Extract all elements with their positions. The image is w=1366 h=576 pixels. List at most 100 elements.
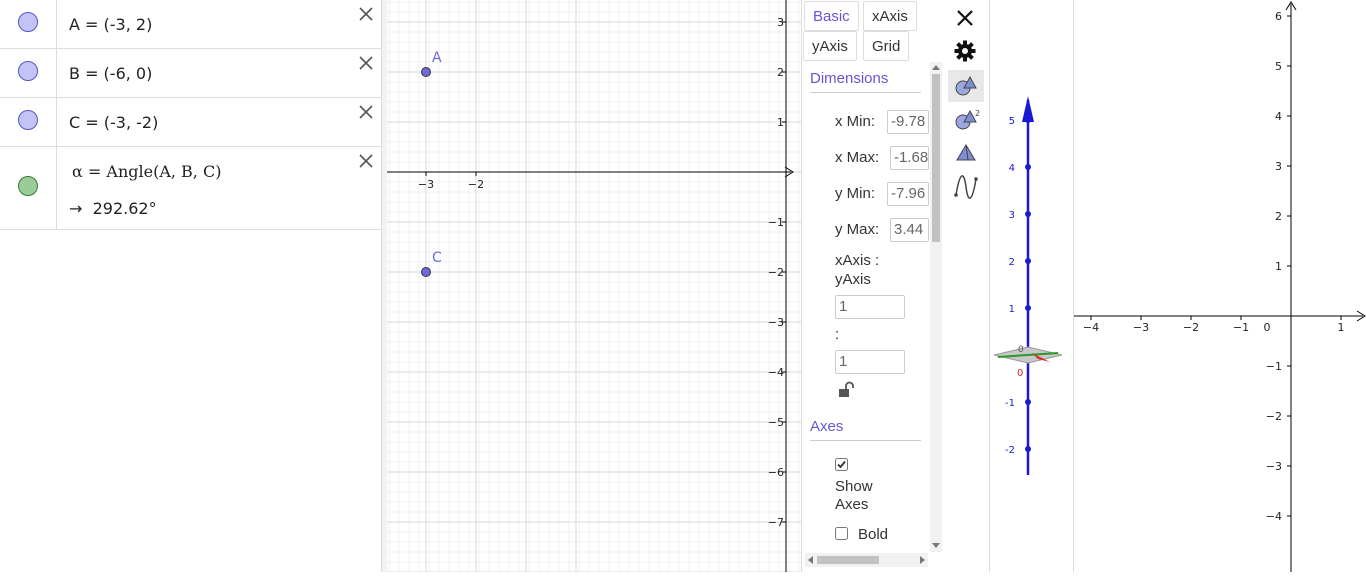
- bold-checkbox[interactable]: [835, 527, 848, 540]
- svg-text:2: 2: [975, 109, 980, 118]
- visibility-marble[interactable]: [18, 12, 38, 32]
- origin-marker: 0: [1018, 345, 1024, 355]
- 3d-graphics-canvas[interactable]: 5 4 3 2 1 -1 -2 0 0: [990, 0, 1070, 572]
- tab-grid[interactable]: Grid: [863, 31, 910, 61]
- z-tick: [1025, 164, 1031, 170]
- view-icon-column: 2: [945, 0, 987, 572]
- point-label: C: [432, 250, 442, 266]
- ratio-label-y: yAxis: [835, 271, 871, 288]
- scroll-right-icon[interactable]: [920, 556, 926, 564]
- x-min-field[interactable]: -9.78: [887, 110, 929, 134]
- z-tick-label: 4: [1009, 163, 1015, 174]
- horizontal-scrollbar[interactable]: [805, 553, 928, 567]
- y-tick-label: 4: [1275, 110, 1282, 123]
- scrollbar-thumb[interactable]: [932, 74, 940, 242]
- scroll-down-icon[interactable]: [932, 543, 940, 549]
- ratio-colon: :: [835, 326, 840, 343]
- algebra-row-point-a[interactable]: A = (-3, 2): [0, 0, 381, 49]
- ratio-y-field[interactable]: 1: [835, 350, 905, 374]
- bold-label: Bold: [858, 526, 889, 543]
- y-tick-label: −2: [1266, 410, 1282, 423]
- x-tick-label: 1: [1338, 321, 1345, 334]
- scroll-left-icon[interactable]: [807, 556, 813, 564]
- graphics-view[interactable]: −9−8−7−6−5−4−3−2321−1−2−3−4−5−6−7ABCα = …: [75, 0, 801, 573]
- y-max-label: y Max:: [835, 221, 880, 238]
- y-tick-label: −5: [768, 416, 784, 429]
- divider: [810, 440, 921, 441]
- z-tick: [1025, 211, 1031, 217]
- y-tick-label: −4: [768, 366, 784, 379]
- 3d-graphics-view[interactable]: 5 4 3 2 1 -1 -2 0 0: [989, 0, 1069, 572]
- y-tick-label: −4: [1266, 510, 1282, 523]
- algebra-row-point-c[interactable]: C = (-3, -2): [0, 98, 381, 147]
- close-icon[interactable]: [956, 9, 974, 27]
- graphics-view-2[interactable]: −4 −3 −2 −1 0 1 6 5 4 3 2 1 −1 −2 −3 −4: [1073, 0, 1366, 572]
- 3d-graphics-view-icon[interactable]: [954, 142, 978, 166]
- algebra-view: A = (-3, 2) B = (-6, 0) C = (-3, -2) α =…: [0, 0, 381, 572]
- ratio-label-x: xAxis :: [835, 252, 880, 269]
- delete-icon[interactable]: [357, 152, 375, 170]
- visibility-marble[interactable]: [18, 110, 38, 130]
- unlock-icon[interactable]: [838, 381, 856, 399]
- y-tick-label: 2: [777, 66, 784, 79]
- vertical-scrollbar[interactable]: [930, 62, 942, 552]
- y-tick-label: −7: [768, 516, 784, 529]
- tab-yaxis[interactable]: yAxis: [803, 31, 857, 61]
- graphics-view-icon[interactable]: [954, 74, 978, 98]
- visibility-marble[interactable]: [18, 61, 38, 81]
- point-c: [421, 267, 431, 277]
- algebra-row-angle-alpha[interactable]: α = Angle(A, B, C) → 292.62°: [0, 147, 381, 230]
- scrollbar-thumb[interactable]: [817, 556, 879, 564]
- y-tick-label: −3: [768, 316, 784, 329]
- tab-xaxis[interactable]: xAxis: [863, 1, 917, 31]
- algebra-item-text[interactable]: A = (-3, 2): [69, 15, 152, 34]
- origin-label: 0: [1017, 368, 1023, 379]
- visibility-marble[interactable]: [18, 176, 38, 196]
- delete-icon[interactable]: [357, 5, 375, 23]
- show-axes-label: Show: [835, 478, 873, 495]
- x-min-label: x Min:: [835, 113, 876, 130]
- graphics-canvas[interactable]: −9−8−7−6−5−4−3−2321−1−2−3−4−5−6−7ABCα = …: [75, 0, 801, 573]
- y-tick-label: −1: [768, 216, 784, 229]
- z-tick-label: 3: [1009, 210, 1015, 221]
- y-tick-label: −1: [1266, 360, 1282, 373]
- tab-basic[interactable]: Basic: [804, 1, 859, 31]
- x-max-label: x Max:: [835, 149, 880, 166]
- z-tick-label: -2: [1005, 445, 1015, 456]
- ratio-x-field[interactable]: 1: [835, 295, 905, 319]
- z-tick: [1025, 117, 1031, 123]
- delete-icon[interactable]: [357, 103, 375, 121]
- algebra-curve-icon[interactable]: [954, 175, 978, 199]
- y-max-field[interactable]: 3.44: [890, 218, 929, 242]
- x-max-field[interactable]: -1.68: [890, 146, 929, 170]
- z-tick-label: 2: [1009, 257, 1015, 268]
- x-tick-label: −1: [1233, 321, 1249, 334]
- z-tick-label: 5: [1009, 116, 1015, 127]
- y-tick-label: 1: [1275, 260, 1282, 273]
- algebra-item-text[interactable]: α = Angle(A, B, C): [72, 162, 221, 181]
- delete-icon[interactable]: [357, 54, 375, 72]
- axes-header: Axes: [810, 418, 844, 435]
- z-tick-label: -1: [1005, 398, 1015, 409]
- y-tick-label: 1: [777, 116, 784, 129]
- show-axes-checkbox[interactable]: [835, 458, 848, 471]
- scroll-up-icon[interactable]: [932, 64, 940, 70]
- algebra-item-value: → 292.62°: [69, 199, 157, 218]
- z-tick-label: 1: [1009, 304, 1015, 315]
- x-tick-label: −2: [1183, 321, 1199, 334]
- y-min-label: y Min:: [835, 185, 876, 202]
- settings-gear-icon[interactable]: [954, 40, 976, 62]
- dimensions-header: Dimensions: [810, 70, 889, 87]
- graphics-2-view-icon[interactable]: 2: [954, 108, 980, 132]
- algebra-item-text[interactable]: C = (-3, -2): [69, 113, 158, 132]
- z-tick: [1025, 446, 1031, 452]
- graphics-2-canvas[interactable]: −4 −3 −2 −1 0 1 6 5 4 3 2 1 −1 −2 −3 −4: [1074, 0, 1366, 572]
- y-tick-label: 5: [1275, 60, 1282, 73]
- x-tick-label: −4: [1083, 321, 1099, 334]
- x-tick-label: 0: [1264, 321, 1271, 334]
- algebra-item-text[interactable]: B = (-6, 0): [69, 64, 152, 83]
- y-tick-label: 2: [1275, 210, 1282, 223]
- y-min-field[interactable]: -7.96: [887, 182, 929, 206]
- z-tick: [1025, 258, 1031, 264]
- algebra-row-point-b[interactable]: B = (-6, 0): [0, 49, 381, 98]
